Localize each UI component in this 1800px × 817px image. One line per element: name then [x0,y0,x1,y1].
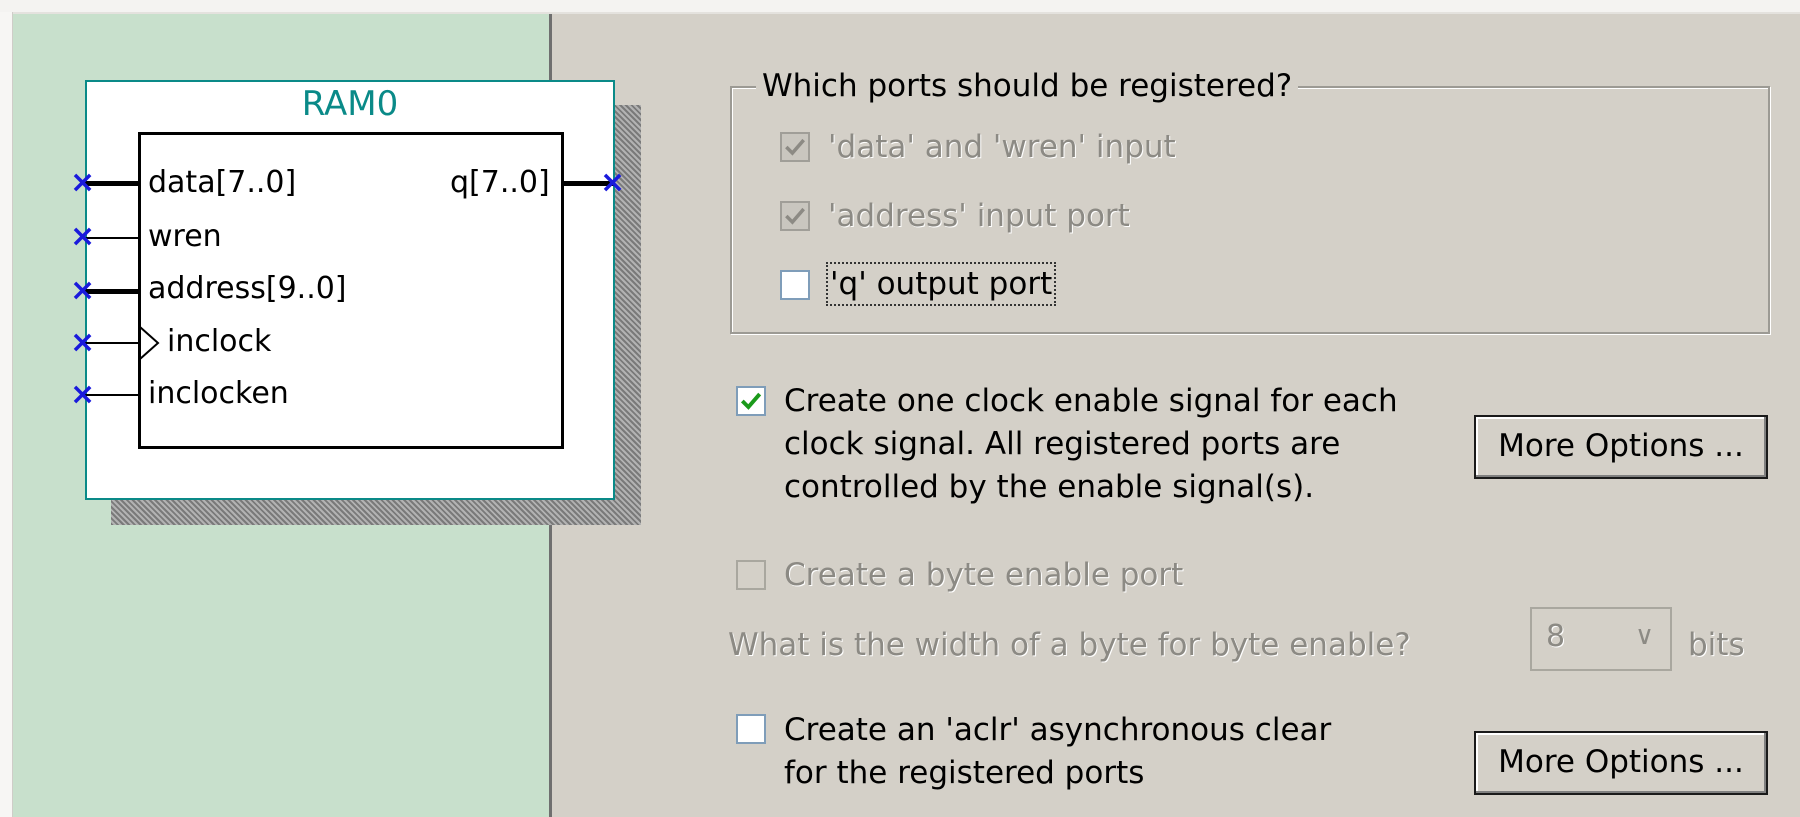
clock-enable-label-line1: Create one clock enable signal for each [784,383,1398,419]
window-left-edge [0,12,13,817]
data-wren-registered-label: 'data' and 'wren' input [828,129,1176,165]
clock-enable-label-line2: clock signal. All registered ports are [784,426,1341,462]
chevron-down-icon: ∨ [1634,621,1654,651]
unconnected-mark-inclock: × [70,325,96,360]
port-label-data: data[7..0] [148,165,297,200]
byte-width-question: What is the width of a byte for byte ena… [728,627,1411,663]
byte-enable-checkbox[interactable] [736,560,766,590]
window-top-border [0,0,1800,14]
aclr-label-line2: for the registered ports [784,755,1145,791]
unconnected-mark-q: × [600,165,626,200]
port-label-inclock: inclock [167,324,272,359]
port-label-q: q[7..0] [450,165,550,200]
clock-enable-checkbox[interactable] [736,386,766,416]
check-icon [785,138,805,156]
aclr-more-options-button[interactable]: More Options ... [1474,731,1768,795]
q-output-registered-checkbox[interactable] [780,270,810,300]
byte-width-unit: bits [1688,627,1745,663]
unconnected-mark-wren: × [70,219,96,254]
clock-input-triangle [139,326,160,360]
registered-ports-legend: Which ports should be registered? [756,68,1299,104]
address-registered-checkbox[interactable] [780,201,810,231]
clock-enable-label-line3: controlled by the enable signal(s). [784,469,1315,505]
q-output-registered-label[interactable]: 'q' output port [825,262,1057,306]
aclr-checkbox[interactable] [736,714,766,744]
unconnected-mark-inclocken: × [70,377,96,412]
clock-enable-more-options-button[interactable]: More Options ... [1474,415,1768,479]
port-label-inclocken: inclocken [148,376,289,411]
byte-width-select[interactable]: 8 ∨ [1530,607,1672,671]
unconnected-mark-data: × [70,165,96,200]
byte-enable-label: Create a byte enable port [784,557,1184,593]
port-label-wren: wren [148,219,222,254]
check-icon [740,392,762,410]
byte-width-value: 8 [1546,619,1566,654]
aclr-label-line1: Create an 'aclr' asynchronous clear [784,712,1332,748]
port-label-address: address[9..0] [148,271,347,306]
address-registered-label: 'address' input port [828,198,1130,234]
data-wren-registered-checkbox[interactable] [780,132,810,162]
check-icon [785,207,805,225]
ram-symbol-title: RAM0 [301,84,399,124]
unconnected-mark-address: × [70,273,96,308]
